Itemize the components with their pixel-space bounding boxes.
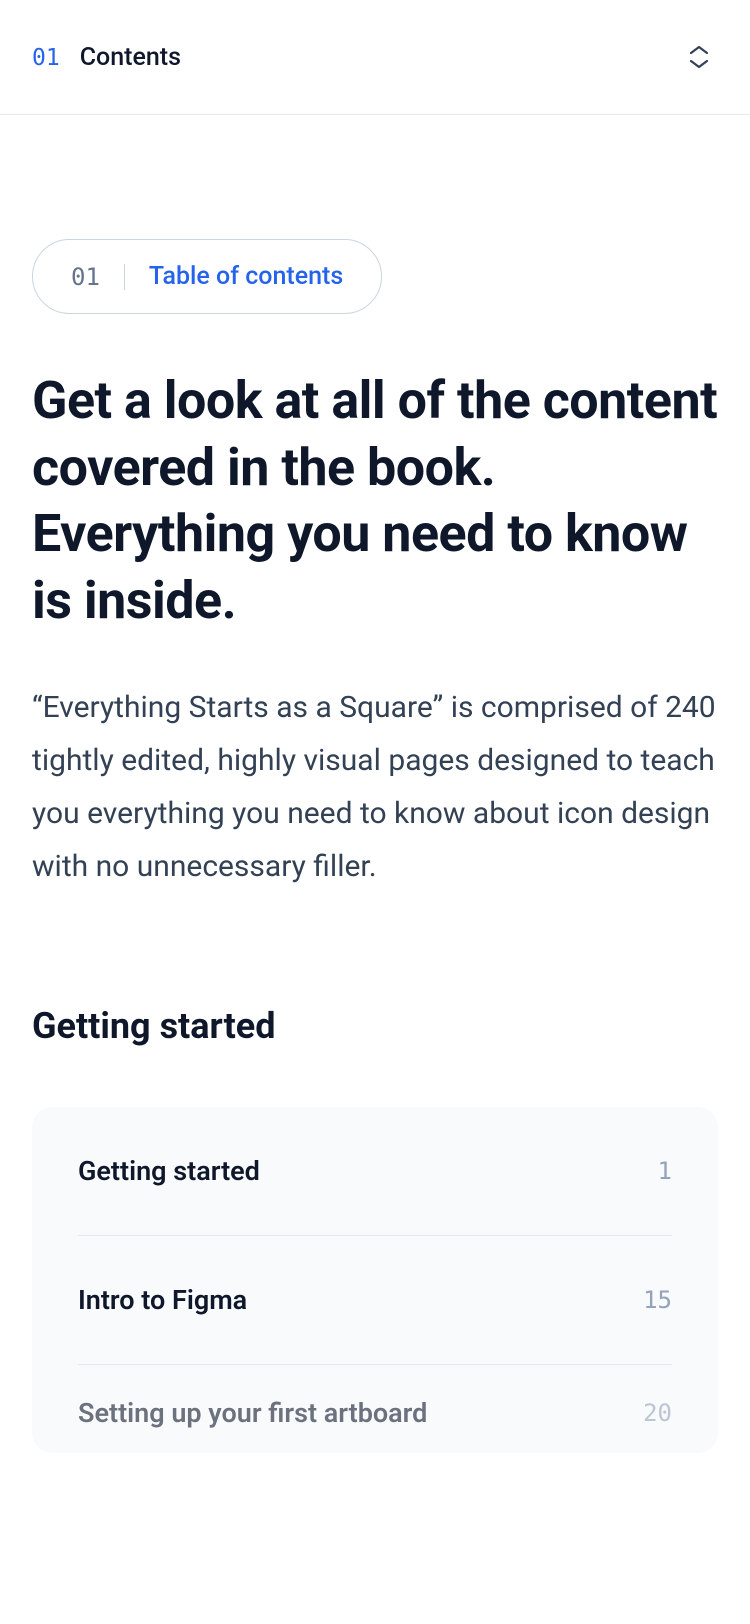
toc-row[interactable]: Setting up your first artboard 20: [78, 1365, 672, 1453]
chapter-label: Contents: [80, 43, 181, 72]
toc-row[interactable]: Getting started 1: [78, 1107, 672, 1236]
toc-row-page: 20: [643, 1399, 672, 1427]
toc-card: Getting started 1 Intro to Figma 15 Sett…: [32, 1107, 718, 1453]
toc-row-page: 1: [658, 1157, 672, 1185]
topbar[interactable]: 01 Contents: [0, 0, 750, 115]
expand-collapse-icon[interactable]: [680, 36, 718, 78]
badge-number: 01: [71, 263, 100, 291]
toc-row-title: Setting up your first artboard: [78, 1397, 427, 1429]
badge-separator: [124, 264, 125, 290]
topbar-left: 01 Contents: [32, 43, 181, 72]
section-badge: 01 Table of contents: [32, 239, 382, 314]
intro-paragraph: “Everything Starts as a Square” is compr…: [32, 682, 718, 893]
section-title: Getting started: [32, 1005, 718, 1047]
toc-row-page: 15: [643, 1286, 672, 1314]
page-heading: Get a look at all of the content covered…: [32, 368, 718, 634]
toc-row-title: Getting started: [78, 1155, 260, 1187]
chapter-number: 01: [32, 45, 60, 71]
badge-label: Table of contents: [149, 262, 343, 291]
main-content: 01 Table of contents Get a look at all o…: [0, 115, 750, 1453]
toc-row-title: Intro to Figma: [78, 1284, 247, 1316]
toc-row[interactable]: Intro to Figma 15: [78, 1236, 672, 1365]
